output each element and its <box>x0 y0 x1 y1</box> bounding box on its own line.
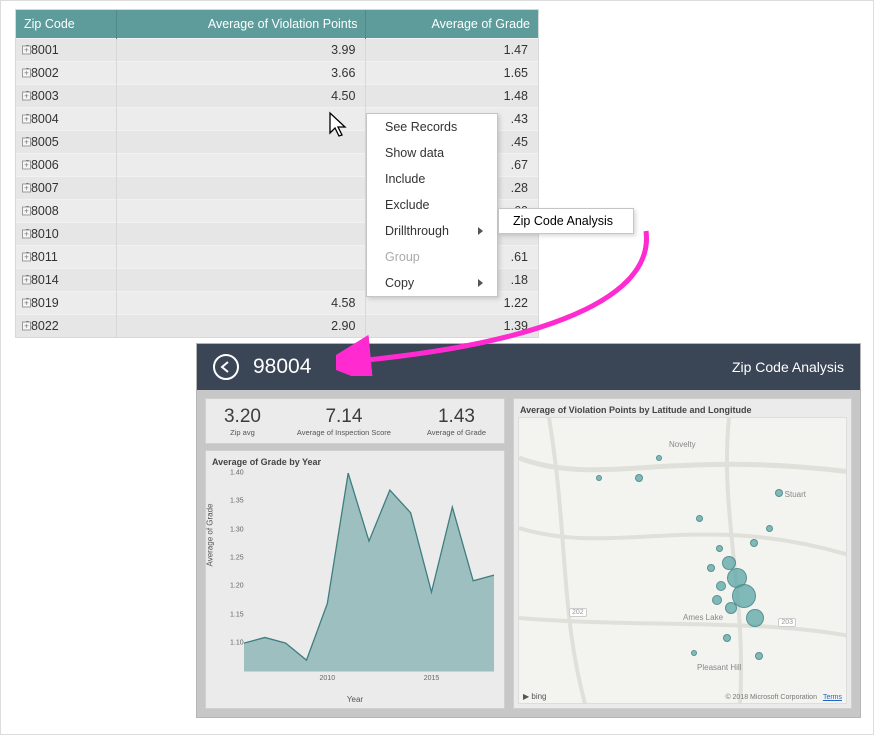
expand-icon[interactable]: + <box>22 322 31 331</box>
context-menu[interactable]: See RecordsShow dataIncludeExcludeDrillt… <box>366 113 498 297</box>
report-subtitle: Zip Code Analysis <box>732 359 844 375</box>
map-data-point[interactable] <box>712 595 722 605</box>
expand-icon[interactable]: + <box>22 207 31 216</box>
context-menu-item[interactable]: Show data <box>367 140 497 166</box>
map-roads <box>519 418 846 703</box>
chevron-right-icon <box>478 227 483 235</box>
expand-icon[interactable]: + <box>22 138 31 147</box>
expand-icon[interactable]: + <box>22 92 31 101</box>
context-submenu-drillthrough[interactable]: Zip Code Analysis <box>498 208 634 234</box>
context-menu-item[interactable]: Include <box>367 166 497 192</box>
map-data-point[interactable] <box>725 602 737 614</box>
table-row[interactable]: +980013.991.47 <box>16 39 538 62</box>
col-violation[interactable]: Average of Violation Points <box>117 10 366 39</box>
map-data-point[interactable] <box>775 489 783 497</box>
kpi-zip-avg: 3.20 Zip avg <box>224 406 261 437</box>
map-data-point[interactable] <box>656 455 662 461</box>
mouse-cursor-icon <box>328 111 350 139</box>
map-data-point[interactable] <box>691 650 697 656</box>
kpi-card[interactable]: 3.20 Zip avg 7.14 Average of Inspection … <box>205 398 505 444</box>
grade-by-year-chart[interactable]: Average of Grade by Year Average of Grad… <box>205 450 505 709</box>
zip-analysis-report: 98004 Zip Code Analysis 3.20 Zip avg 7.1… <box>196 343 861 718</box>
map-data-point[interactable] <box>635 474 643 482</box>
expand-icon[interactable]: + <box>22 276 31 285</box>
map-place-label: Ames Lake <box>683 613 723 622</box>
back-button[interactable] <box>213 354 239 380</box>
expand-icon[interactable]: + <box>22 115 31 124</box>
back-arrow-icon <box>219 361 233 373</box>
map-place-label: Pleasant Hill <box>697 663 741 672</box>
context-menu-item[interactable]: Drillthrough <box>367 218 497 244</box>
expand-icon[interactable]: + <box>22 299 31 308</box>
table-row[interactable]: +980034.501.48 <box>16 85 538 108</box>
map-place-label: Stuart <box>785 490 806 499</box>
violation-map[interactable]: Average of Violation Points by Latitude … <box>513 398 852 709</box>
map-attribution: © 2018 Microsoft Corporation Terms <box>725 694 842 701</box>
context-menu-item: Group <box>367 244 497 270</box>
context-menu-item[interactable]: Exclude <box>367 192 497 218</box>
map-data-point[interactable] <box>755 652 763 660</box>
map-data-point[interactable] <box>766 525 773 532</box>
expand-icon[interactable]: + <box>22 69 31 78</box>
col-grade[interactable]: Average of Grade <box>366 10 538 39</box>
map-data-point[interactable] <box>707 564 715 572</box>
kpi-grade: 1.43 Average of Grade <box>427 406 486 437</box>
map-title: Average of Violation Points by Latitude … <box>518 405 847 417</box>
map-data-point[interactable] <box>716 545 723 552</box>
map-data-point[interactable] <box>596 475 602 481</box>
expand-icon[interactable]: + <box>22 161 31 170</box>
x-axis-label: Year <box>210 695 500 704</box>
context-menu-item[interactable]: See Records <box>367 114 497 140</box>
chevron-right-icon <box>478 279 483 287</box>
map-data-point[interactable] <box>750 539 758 547</box>
table-row[interactable]: +980023.661.65 <box>16 62 538 85</box>
map-data-point[interactable] <box>696 515 703 522</box>
map-data-point[interactable] <box>716 581 726 591</box>
map-data-point[interactable] <box>723 634 731 642</box>
terms-link[interactable]: Terms <box>823 694 842 701</box>
map-data-point[interactable] <box>746 609 764 627</box>
expand-icon[interactable]: + <box>22 184 31 193</box>
expand-icon[interactable]: + <box>22 46 31 55</box>
context-menu-item[interactable]: Copy <box>367 270 497 296</box>
bing-logo: ▶ bing <box>523 692 547 701</box>
chart-title: Average of Grade by Year <box>210 457 500 469</box>
kpi-inspection-score: 7.14 Average of Inspection Score <box>297 406 391 437</box>
map-place-label: Novelty <box>669 440 696 449</box>
expand-icon[interactable]: + <box>22 230 31 239</box>
expand-icon[interactable]: + <box>22 253 31 262</box>
y-axis-label: Average of Grade <box>206 503 215 566</box>
col-zip[interactable]: Zip Code <box>16 10 117 39</box>
